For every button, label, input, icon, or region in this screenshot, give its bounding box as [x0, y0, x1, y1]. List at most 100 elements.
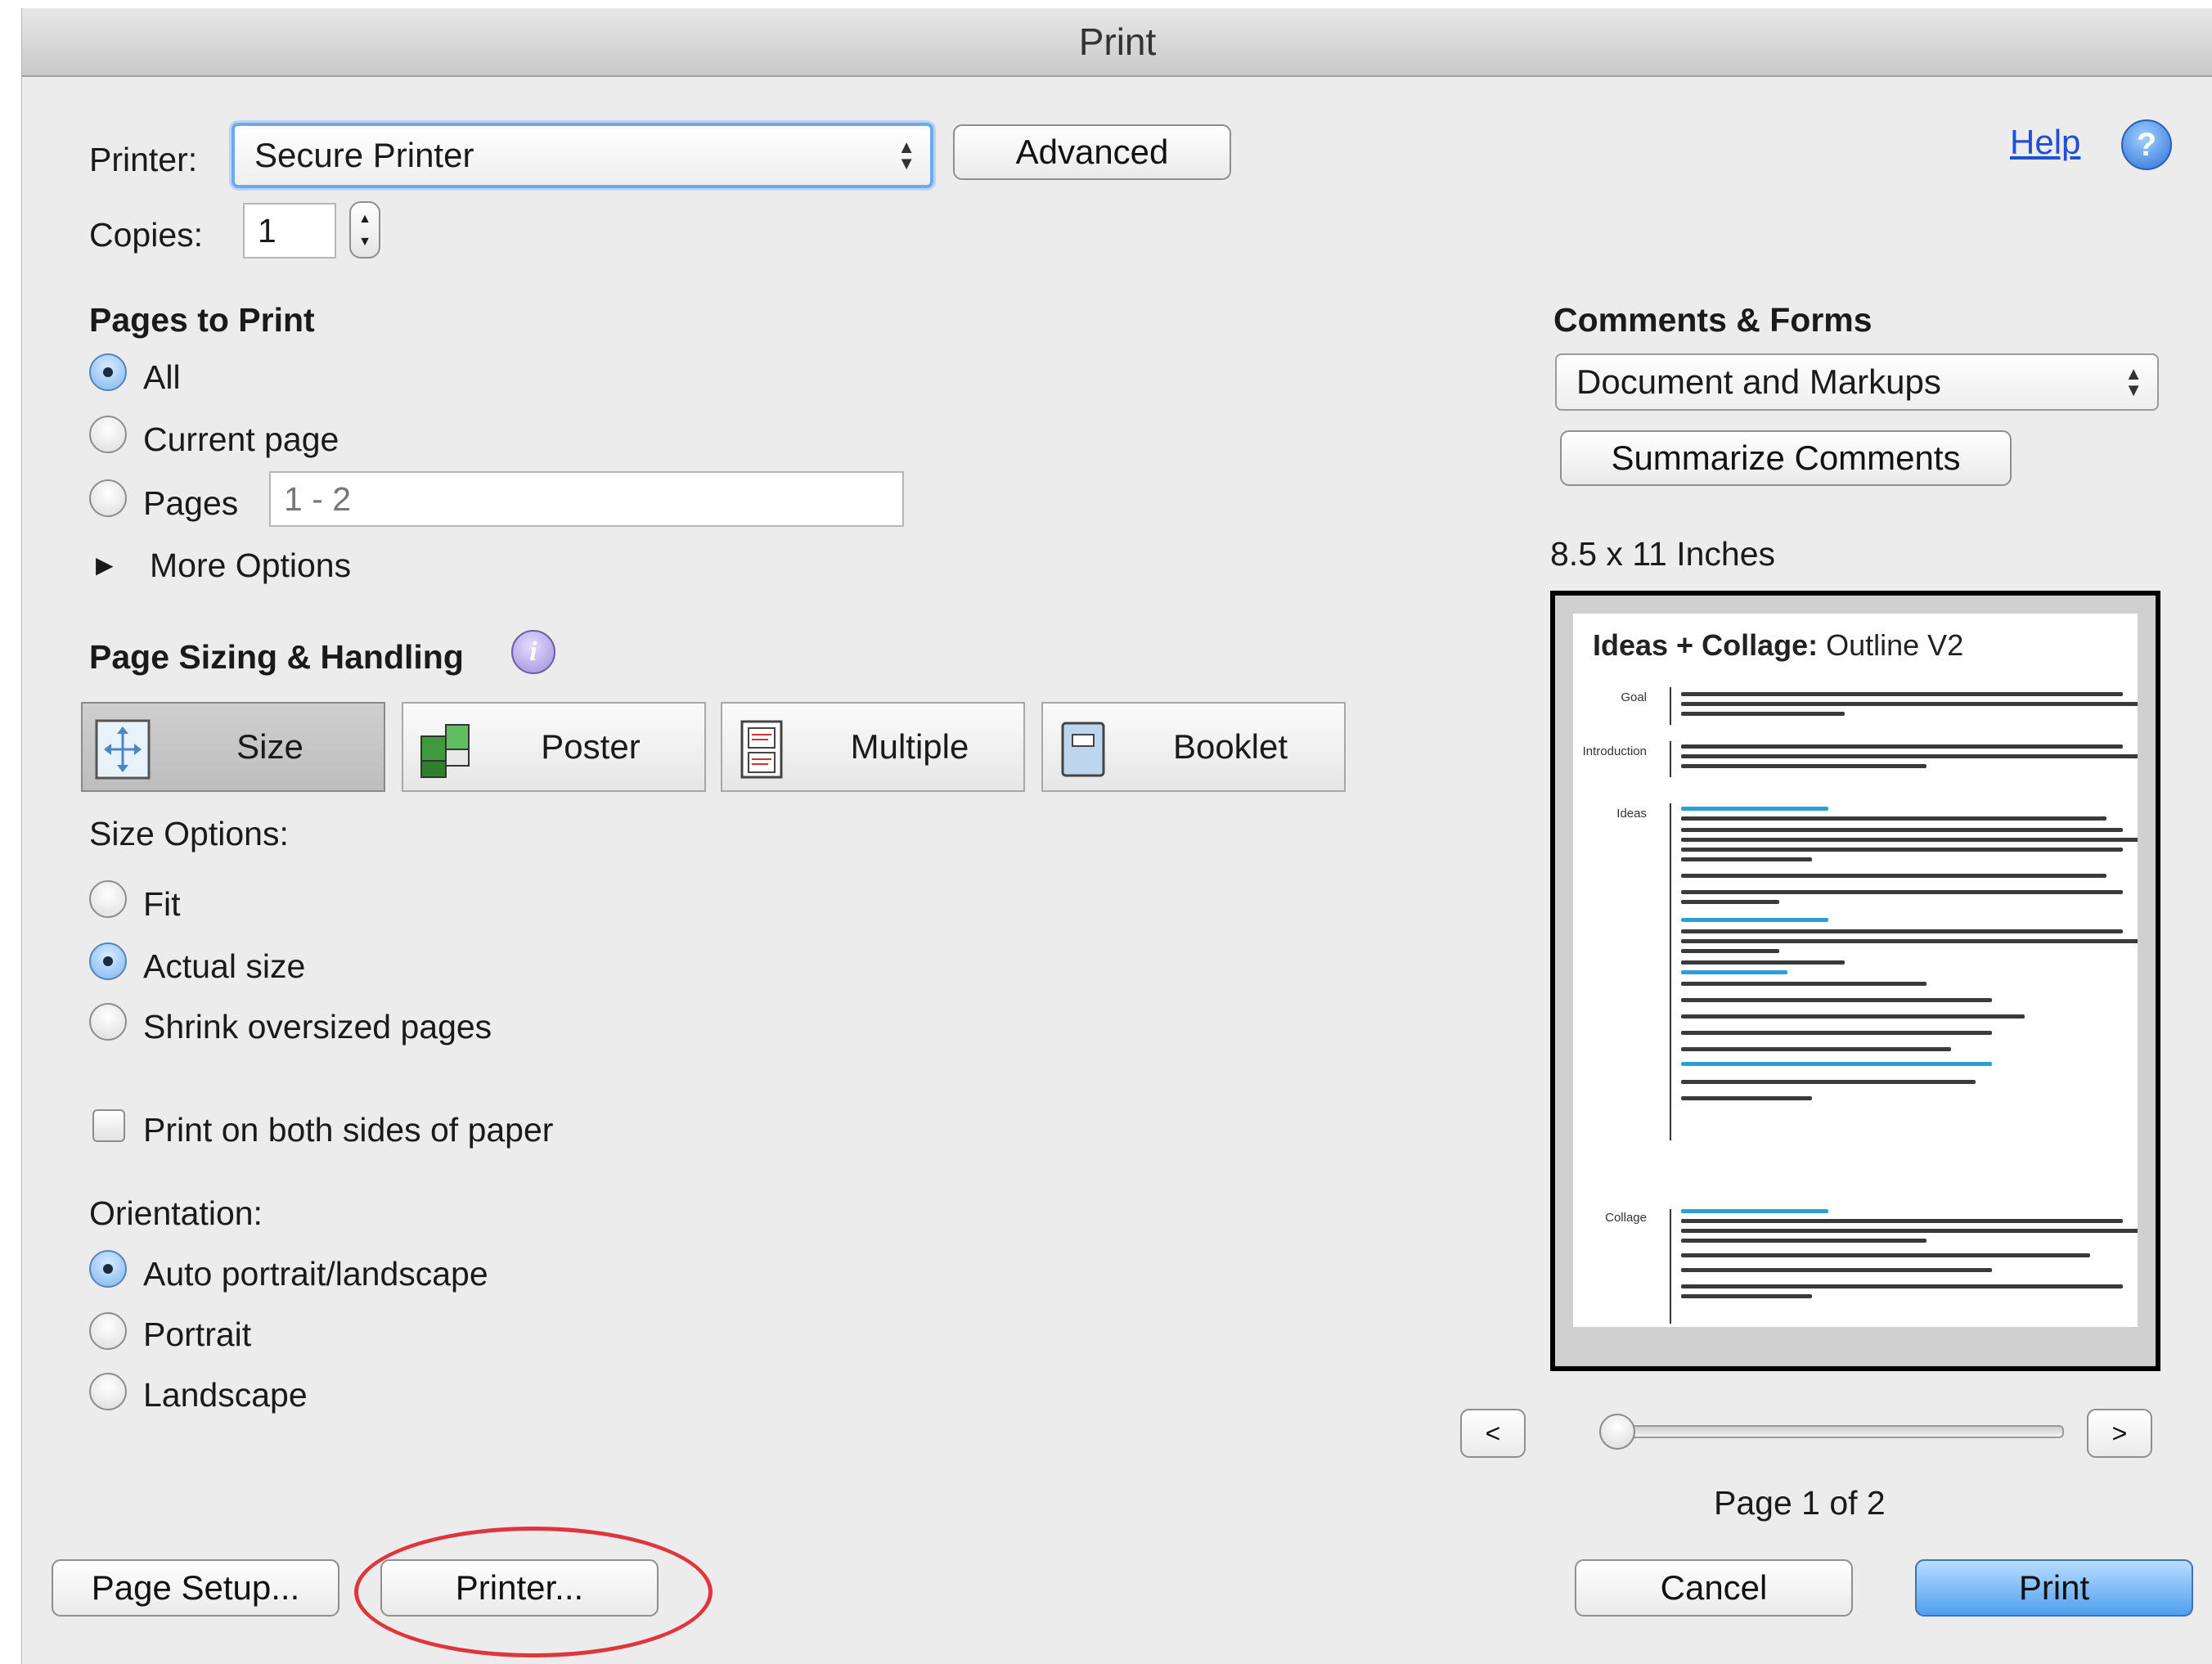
- preview-rule: [1670, 1209, 1671, 1324]
- preview-text-line: [1681, 807, 1828, 811]
- more-options-label[interactable]: More Options: [150, 546, 351, 585]
- preview-text-line: [1681, 838, 2138, 842]
- copies-input[interactable]: 1: [243, 203, 336, 259]
- preview-text-line: [1681, 1229, 2138, 1233]
- pages-current-radio[interactable]: [89, 416, 127, 453]
- print-dialog: Print Printer: Secure Printer ▲ ▼ Advance…: [21, 8, 2212, 1664]
- preview-text-line: [1681, 1294, 1812, 1298]
- preview-text-line: [1681, 939, 2138, 943]
- preview-section-ideas: Ideas: [1616, 807, 1647, 821]
- preview-text-line: [1681, 816, 2106, 821]
- preview-text-line: [1681, 874, 2106, 878]
- duplex-label: Print on both sides of paper: [143, 1111, 554, 1149]
- highlight-ellipse: [354, 1527, 713, 1657]
- duplex-checkbox[interactable]: [92, 1109, 125, 1142]
- preview-text-line: [1681, 918, 1828, 922]
- preview-text-line: [1681, 1209, 1828, 1213]
- preview-text-line: [1681, 900, 1779, 904]
- printer-label: Printer:: [89, 141, 198, 178]
- mode-booklet-button[interactable]: Booklet: [1041, 702, 1346, 792]
- preview-text-line: [1681, 1253, 2090, 1257]
- orientation-portrait-radio[interactable]: [89, 1312, 127, 1350]
- copies-stepper[interactable]: ▲ ▼: [349, 201, 380, 259]
- size-icon: [94, 718, 151, 785]
- preview-rule: [1670, 803, 1671, 1140]
- comments-forms-value: Document and Markups: [1576, 362, 1941, 401]
- preview-text-line: [1681, 744, 2123, 749]
- cancel-button[interactable]: Cancel: [1575, 1559, 1853, 1617]
- orientation-auto-label: Auto portrait/landscape: [143, 1255, 488, 1293]
- preview-text-line: [1681, 1268, 1992, 1272]
- preview-text-line: [1681, 982, 1927, 986]
- page-setup-button[interactable]: Page Setup...: [52, 1559, 339, 1617]
- preview-text-line: [1681, 848, 2123, 852]
- page-slider-knob[interactable]: [1599, 1414, 1635, 1450]
- summarize-comments-button[interactable]: Summarize Comments: [1560, 430, 2012, 486]
- pages-range-label: Pages: [143, 484, 239, 522]
- preview-text-line: [1681, 754, 2138, 758]
- preview-next-button[interactable]: >: [2087, 1409, 2152, 1458]
- pages-all-radio[interactable]: [89, 353, 127, 391]
- pages-all-label: All: [143, 358, 181, 396]
- preview-text-line: [1681, 1062, 1992, 1066]
- preview-prev-button[interactable]: <: [1460, 1409, 1526, 1458]
- size-shrink-radio[interactable]: [89, 1003, 127, 1041]
- mode-size-button[interactable]: Size: [81, 702, 385, 792]
- comments-forms-select[interactable]: Document and Markups ▲ ▼: [1555, 353, 2159, 411]
- size-actual-radio[interactable]: [89, 942, 127, 980]
- print-button[interactable]: Print: [1915, 1559, 2193, 1617]
- preview-text-line: [1681, 702, 2138, 706]
- comments-forms-heading: Comments & Forms: [1553, 301, 1873, 339]
- mode-poster-button[interactable]: Poster: [402, 702, 706, 792]
- pages-range-input[interactable]: 1 - 2: [269, 471, 904, 527]
- preview-page: Ideas + Collage: Outline V2 Goal Introdu…: [1573, 614, 2138, 1327]
- size-shrink-label: Shrink oversized pages: [143, 1008, 492, 1046]
- advanced-button[interactable]: Advanced: [953, 124, 1231, 180]
- print-preview: Ideas + Collage: Outline V2 Goal Introdu…: [1550, 591, 2160, 1371]
- preview-text-line: [1681, 960, 1845, 965]
- preview-doc-title: Ideas + Collage: Outline V2: [1593, 628, 1964, 662]
- copies-label: Copies:: [89, 216, 204, 254]
- info-icon[interactable]: i: [511, 630, 555, 674]
- preview-text-line: [1681, 970, 1787, 974]
- mode-poster-label: Poster: [541, 727, 641, 766]
- page-sizing-heading: Page Sizing & Handling: [89, 638, 464, 676]
- printer-value: Secure Printer: [254, 136, 474, 174]
- preview-section-introduction: Introduction: [1582, 744, 1647, 758]
- window-title: Print: [22, 8, 2212, 77]
- size-fit-label: Fit: [143, 885, 181, 923]
- preview-text-line: [1681, 890, 2123, 894]
- preview-rule: [1670, 687, 1671, 725]
- pages-range-radio[interactable]: [89, 479, 127, 517]
- preview-section-collage: Collage: [1605, 1211, 1647, 1225]
- page-slider-track[interactable]: [1609, 1425, 2064, 1438]
- preview-text-line: [1681, 857, 1812, 861]
- preview-text-line: [1681, 1014, 2025, 1019]
- orientation-label: Orientation:: [89, 1194, 263, 1232]
- orientation-portrait-label: Portrait: [143, 1315, 252, 1353]
- paper-size-label: 8.5 x 11 Inches: [1550, 535, 1776, 573]
- preview-text-line: [1681, 1080, 1976, 1084]
- printer-select[interactable]: Secure Printer ▲ ▼: [232, 123, 933, 188]
- help-icon[interactable]: ?: [2121, 119, 2172, 170]
- orientation-auto-radio[interactable]: [89, 1250, 127, 1288]
- preview-text-line: [1681, 712, 1845, 716]
- select-arrows-icon: ▲ ▼: [897, 137, 915, 173]
- size-fit-radio[interactable]: [89, 880, 127, 918]
- page-status: Page 1 of 2: [1714, 1484, 1886, 1522]
- disclosure-triangle-icon[interactable]: ▶: [96, 551, 114, 578]
- mode-multiple-label: Multiple: [850, 727, 969, 766]
- preview-text-line: [1681, 929, 2123, 933]
- preview-text-line: [1681, 1219, 2123, 1223]
- pages-to-print-heading: Pages to Print: [89, 301, 315, 339]
- size-options-label: Size Options:: [89, 815, 289, 852]
- pages-current-label: Current page: [143, 420, 339, 458]
- preview-section-goal: Goal: [1621, 690, 1647, 704]
- poster-icon: [415, 718, 474, 785]
- mode-multiple-button[interactable]: Multiple: [721, 702, 1025, 792]
- orientation-landscape-radio[interactable]: [89, 1373, 127, 1410]
- size-actual-label: Actual size: [143, 947, 306, 985]
- help-link[interactable]: Help: [2010, 123, 2080, 162]
- mode-size-label: Size: [236, 727, 303, 766]
- multiple-icon: [734, 718, 791, 785]
